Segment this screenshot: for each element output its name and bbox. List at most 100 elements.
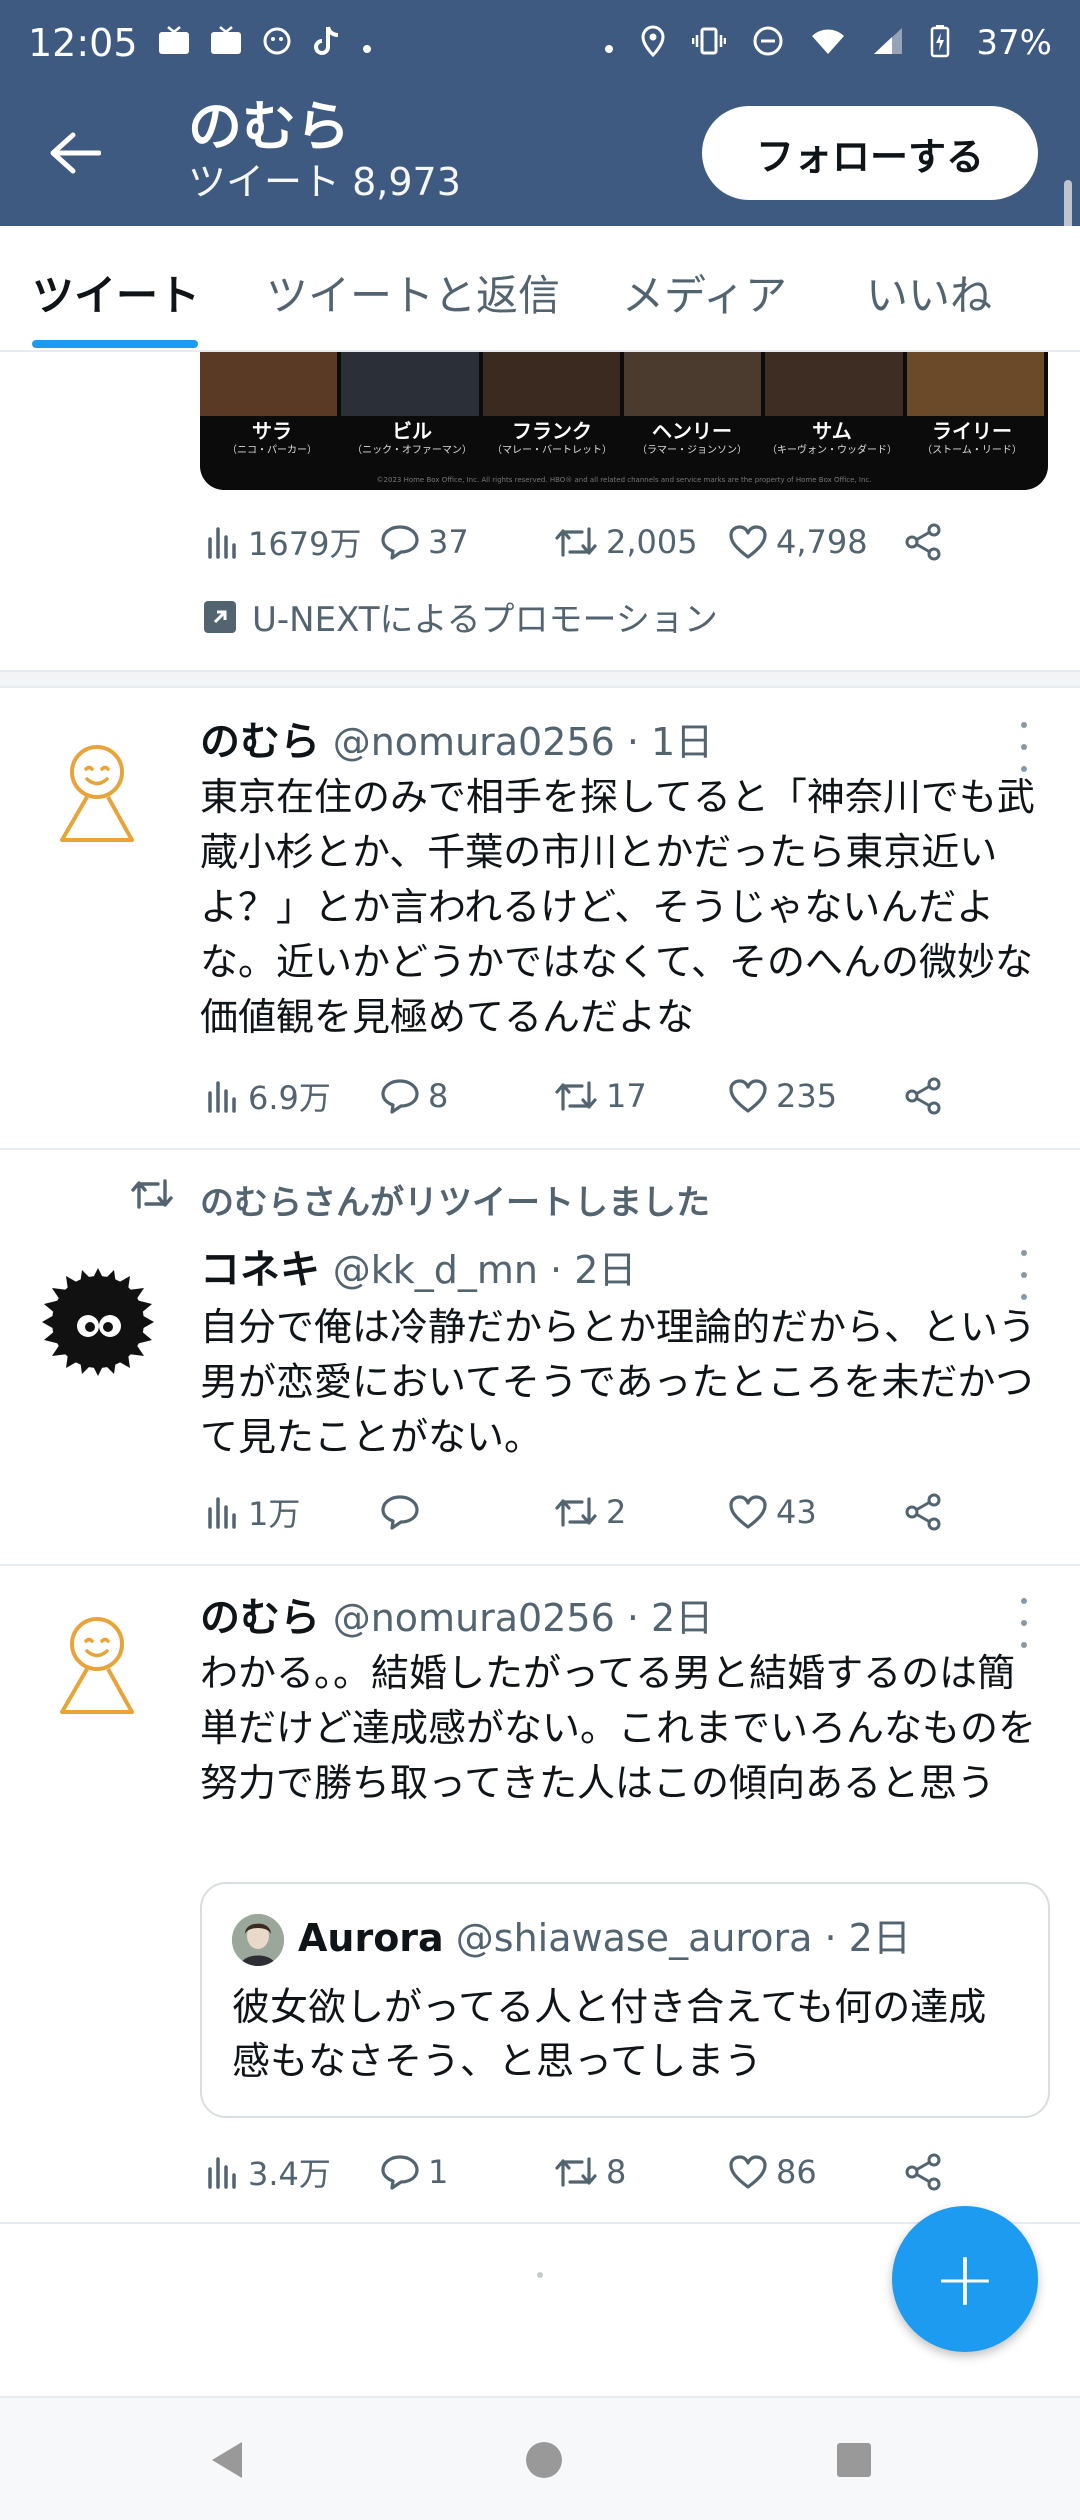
dot-icon: [604, 27, 614, 59]
handle[interactable]: @kk_d_mn: [333, 1248, 538, 1292]
avatar[interactable]: [42, 1608, 152, 1718]
tv-icon: [158, 25, 190, 61]
promotion-label[interactable]: U-NEXTによるプロモーション: [204, 592, 718, 641]
promotion-text: U-NEXTによるプロモーション: [252, 600, 718, 640]
meta-separator: ·: [812, 1916, 849, 1960]
like-button[interactable]: 86: [728, 2153, 817, 2191]
retweeted-by-label[interactable]: のむらさんがリツイートしました: [200, 1175, 710, 1224]
quoted-text: 彼女欲しがってる人と付き合えても何の達成感もなさそう、と思ってしまう: [232, 1985, 987, 2083]
home-icon: [526, 2442, 562, 2478]
reply-count: 37: [428, 523, 469, 561]
handle[interactable]: @nomura0256: [333, 1596, 615, 1640]
nav-recents-button[interactable]: [834, 2438, 874, 2486]
reply-button[interactable]: 8: [380, 1077, 448, 1115]
heart-icon: [729, 1079, 767, 1113]
reply-button[interactable]: 1: [380, 2153, 448, 2191]
tab-likes[interactable]: いいね: [866, 262, 992, 323]
reply-button[interactable]: [380, 1494, 428, 1530]
more-options-button[interactable]: [1016, 1598, 1032, 1648]
share-button[interactable]: [904, 1492, 944, 1532]
promo-photo-strip: [200, 352, 1048, 416]
nav-back-button[interactable]: [206, 2438, 246, 2486]
cast-name: フランク: [512, 419, 592, 443]
reply-button[interactable]: 37: [380, 523, 469, 561]
meta-separator: ·: [614, 1596, 652, 1640]
timestamp[interactable]: 1日: [651, 720, 713, 764]
more-options-button[interactable]: [1016, 1250, 1032, 1300]
tweet-text[interactable]: 自分で俺は冷静だからとか理論的だから、という男が恋愛においてそうであったところを…: [200, 1300, 1050, 1465]
tweet-action-bar: 3.4万 1 8 86: [200, 2144, 960, 2200]
cast-card: サム （キーヴォン・ウッダード）: [762, 418, 902, 458]
tab-media[interactable]: メディア: [622, 262, 787, 323]
quoted-handle: @shiawase_aurora: [455, 1916, 813, 1960]
tweet-header: のむら @nomura0256 · 1日: [200, 716, 713, 768]
views-button[interactable]: 3.4万: [206, 2149, 331, 2195]
twitter-profile-screen: 12:05 37% のむら ツイート 8,973 フォローする ツイート ツイー…: [0, 0, 1080, 2520]
cast-card: ライリー （ストーム・リード）: [902, 418, 1042, 458]
retweet-icon: [555, 527, 597, 557]
display-name[interactable]: のむら: [200, 1595, 320, 1641]
tab-tweets[interactable]: ツイート: [32, 262, 200, 323]
promo-action-bar: 1679万 37 2,005 4,798: [200, 514, 960, 570]
like-button[interactable]: 4,798: [728, 523, 868, 561]
avatar[interactable]: [40, 1264, 156, 1380]
quoted-timestamp: 2日: [848, 1916, 911, 1960]
tiktok-icon: [312, 25, 342, 62]
tweet-text[interactable]: 東京在住のみで相手を探してると「神奈川でも武蔵小杉とか、千葉の市川とかだったら東…: [200, 770, 1050, 1045]
display-name[interactable]: コネキ: [200, 1247, 320, 1293]
retweet-button[interactable]: 2,005: [554, 523, 698, 561]
recents-icon: [837, 2443, 871, 2477]
plus-icon: +: [933, 2234, 997, 2323]
cast-actor: （マレー・バートレット）: [492, 445, 612, 456]
retweet-icon: [555, 2157, 597, 2187]
tweet-text[interactable]: わかる。。結婚したがってる男と結婚するのは簡単だけど達成感がない。これまでいろん…: [200, 1646, 1050, 1811]
views-count: 1679万: [248, 525, 362, 563]
timestamp[interactable]: 2日: [574, 1248, 636, 1292]
share-icon: [905, 1077, 941, 1115]
promoted-icon: [204, 600, 236, 633]
quoted-avatar[interactable]: [232, 1914, 284, 1966]
quoted-tweet[interactable]: Aurora @shiawase_aurora · 2日 彼女欲しがってる人と付…: [200, 1882, 1050, 2118]
like-count: 86: [776, 2153, 817, 2191]
share-button[interactable]: [904, 2152, 944, 2192]
back-button[interactable]: [40, 118, 110, 188]
tv-icon: [210, 25, 242, 61]
retweet-button[interactable]: 2: [554, 1493, 626, 1531]
quoted-display-name: Aurora: [298, 1916, 444, 1960]
like-count: 43: [776, 1493, 817, 1531]
tweet-action-bar: 1万 2 43: [200, 1484, 960, 1540]
tweet-divider: [0, 1148, 1080, 1150]
retweet-icon: [555, 1081, 597, 1111]
retweet-count: 17: [606, 1077, 647, 1115]
tab-tweets-and-replies[interactable]: ツイートと返信: [266, 262, 560, 323]
handle[interactable]: @nomura0256: [333, 720, 615, 764]
share-icon: [905, 2153, 941, 2191]
views-button[interactable]: 6.9万: [206, 1073, 331, 1119]
follow-button[interactable]: フォローする: [702, 106, 1038, 200]
dnd-icon: [752, 25, 784, 62]
compose-tweet-button[interactable]: +: [892, 2206, 1038, 2352]
more-options-button[interactable]: [1016, 722, 1032, 772]
signal-icon: [872, 26, 904, 61]
retweet-button[interactable]: 17: [554, 1077, 647, 1115]
share-button[interactable]: [904, 522, 944, 562]
share-button[interactable]: [904, 1076, 944, 1116]
reply-icon: [381, 525, 419, 560]
nav-home-button[interactable]: [524, 2438, 564, 2486]
retweet-button[interactable]: 8: [554, 2153, 626, 2191]
loading-indicator: [537, 2272, 543, 2278]
tweet-header: コネキ @kk_d_mn · 2日: [200, 1244, 636, 1296]
retweet-count: 2,005: [606, 523, 698, 561]
views-button[interactable]: 1万: [206, 1489, 300, 1535]
avatar[interactable]: [42, 736, 152, 846]
display-name[interactable]: のむら: [200, 719, 320, 765]
promo-media-image[interactable]: サラ （ニコ・パーカー） ビル （ニック・オファーマン） フランク （マレー・バートレ…: [200, 352, 1048, 490]
tweet-divider: [0, 1564, 1080, 1566]
profile-title-block: のむら ツイート 8,973: [188, 96, 461, 206]
like-button[interactable]: 235: [728, 1077, 837, 1115]
heart-icon: [729, 2155, 767, 2189]
timestamp[interactable]: 2日: [651, 1596, 713, 1640]
views-button[interactable]: 1679万: [206, 519, 361, 565]
like-button[interactable]: 43: [728, 1493, 817, 1531]
dot-icon: [362, 27, 372, 59]
